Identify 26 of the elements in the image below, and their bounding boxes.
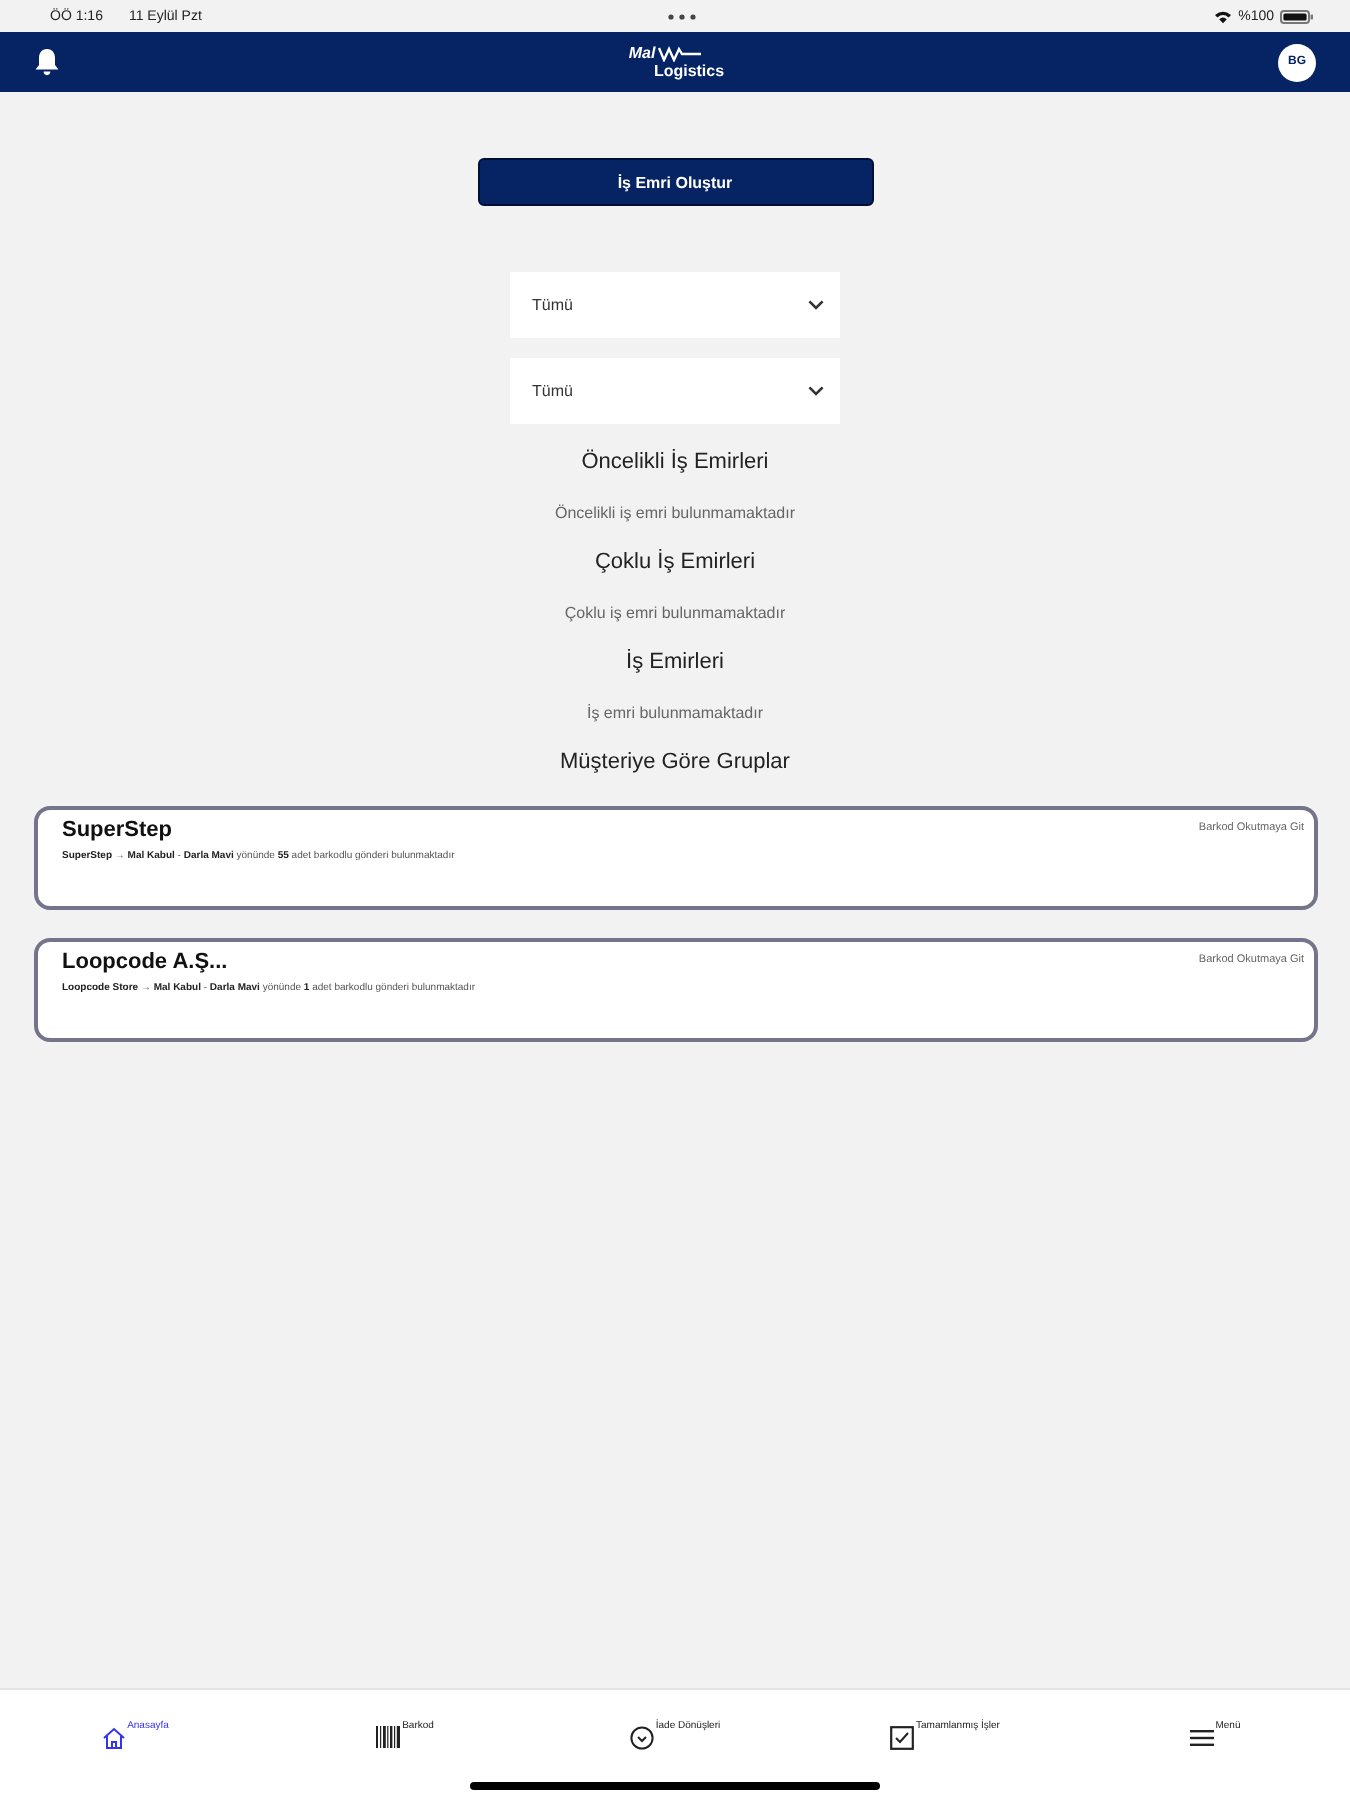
customer-name: Loopcode A.Ş... <box>62 948 230 976</box>
empty-message: Öncelikli iş emri bulunmamaktadır <box>554 502 796 526</box>
section-title: Çoklu İş Emirleri <box>594 547 756 578</box>
circle-chevron-icon <box>629 1726 654 1750</box>
logo-text: Mal <box>628 44 656 62</box>
customer-name: SuperStep <box>62 816 175 844</box>
wave-logo-icon <box>657 45 702 61</box>
chevron-down-icon <box>808 386 824 396</box>
section-title: Müşteriye Göre Gruplar <box>560 748 790 778</box>
section-title: Öncelikli İş Emirleri <box>581 447 769 478</box>
menu-icon <box>1189 1726 1214 1750</box>
section-title: İş Emirleri <box>626 647 724 678</box>
filter-dropdown[interactable]: Tümü <box>510 272 840 338</box>
bell-icon <box>34 48 60 76</box>
filter-dropdown[interactable]: Tümü <box>510 358 840 424</box>
home-icon <box>101 1726 126 1750</box>
empty-message: İş emri bulunmamaktadır <box>586 702 763 726</box>
empty-message: Çoklu iş emri bulunmamaktadır <box>564 602 786 626</box>
checked-square-icon <box>890 1726 915 1750</box>
create-work-order-button[interactable]: İş Emri Oluştur <box>477 158 873 206</box>
wifi-icon <box>1214 9 1233 23</box>
multitasking-dots-icon <box>668 13 696 19</box>
barcode-icon <box>376 1726 401 1750</box>
chevron-down-icon <box>808 300 824 310</box>
logo-text: Logistics <box>653 62 725 80</box>
battery-icon <box>1280 9 1314 23</box>
